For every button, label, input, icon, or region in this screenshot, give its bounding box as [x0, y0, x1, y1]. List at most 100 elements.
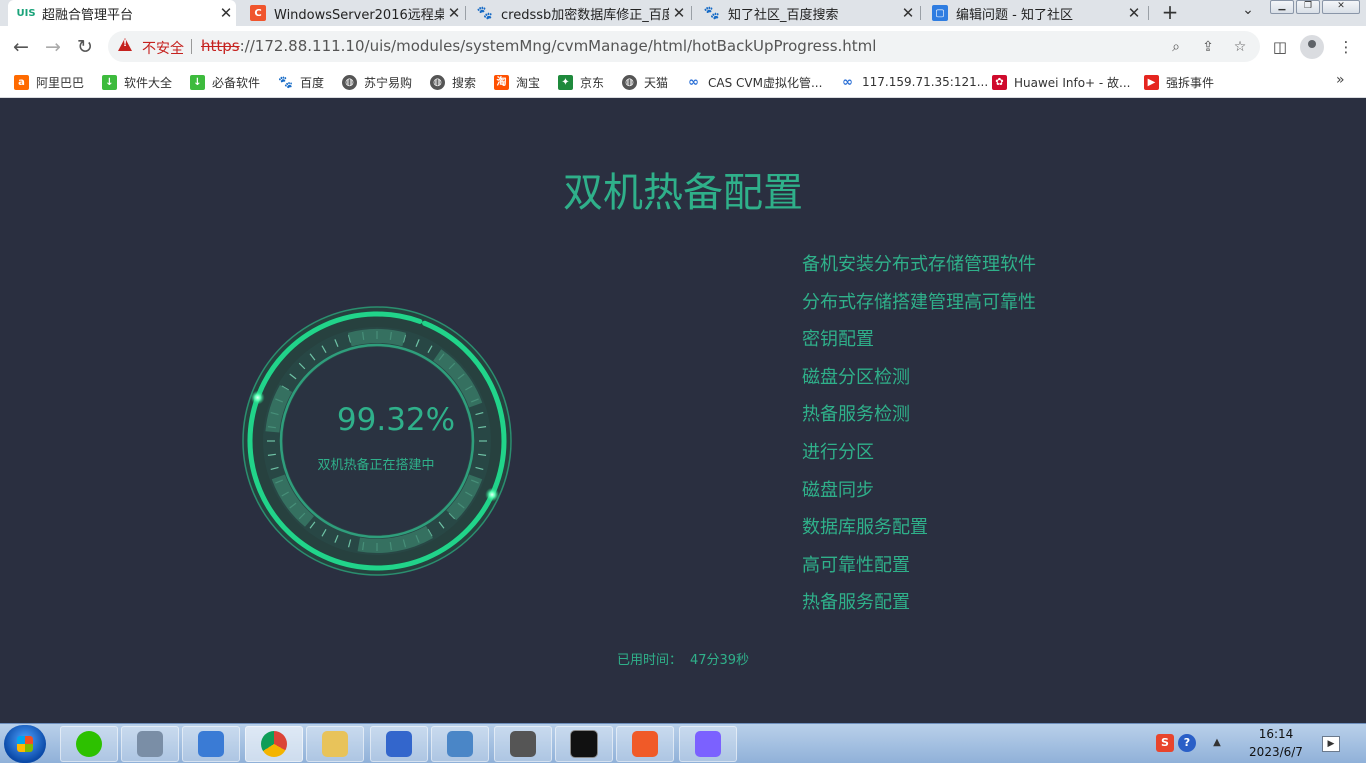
taskbar-wechat[interactable] — [60, 726, 118, 762]
show-desktop-icon[interactable]: ▶ — [1322, 736, 1340, 752]
tab-search-chevron-icon[interactable]: ⌄ — [1238, 2, 1258, 18]
browser-tab-bar: UIS 超融合管理平台 ✕ C WindowsServer2016远程桌面 ✕ … — [0, 0, 1366, 26]
taskbar-media-player[interactable] — [616, 726, 674, 762]
bookmark-huawei-info[interactable]: ✿ Huawei Info+ - 故... — [992, 72, 1131, 92]
bookmark-label: 软件大全 — [124, 75, 173, 90]
taskbar-network-tool[interactable] — [370, 726, 428, 762]
tab-title: 编辑问题 - 知了社区 — [956, 7, 1073, 23]
jd-icon: ✦ — [558, 74, 573, 90]
zoom-icon[interactable]: ⌕ — [1166, 37, 1186, 57]
bookmark-software-all[interactable]: ↓ 软件大全 — [102, 72, 172, 92]
tab-windows-server[interactable]: C WindowsServer2016远程桌面 ✕ — [240, 0, 464, 26]
bookmark-essential-software[interactable]: ↓ 必备软件 — [190, 72, 260, 92]
url-path: ://172.88.111.10/uis/modules/systemMng/c… — [239, 37, 877, 55]
gauge-segment — [348, 329, 406, 347]
media-player-icon — [632, 731, 658, 757]
close-tab-icon[interactable]: ✕ — [216, 4, 236, 22]
tab-title: 知了社区_百度搜索 — [728, 7, 839, 23]
more-bookmarks-chevron-icon[interactable]: » — [1336, 72, 1345, 88]
alibaba-icon: a — [14, 74, 29, 90]
c-logo-icon: C — [250, 5, 266, 21]
close-tab-icon[interactable]: ✕ — [444, 4, 464, 22]
sogou-input-icon[interactable]: S — [1156, 734, 1174, 752]
taskbar-cmd[interactable] — [555, 726, 613, 762]
bookmark-tmall[interactable]: ◍ 天猫 — [622, 72, 668, 92]
bookmark-label: 天猫 — [644, 75, 669, 90]
share-icon[interactable]: ⇪ — [1198, 37, 1218, 57]
security-label[interactable]: 不安全 — [142, 38, 184, 58]
bookmark-alibaba[interactable]: a 阿里巴巴 — [14, 72, 84, 92]
close-tab-icon[interactable]: ✕ — [898, 4, 918, 22]
file-explorer-icon — [322, 731, 348, 757]
bookmark-jd[interactable]: ✦ 京东 — [558, 72, 604, 92]
close-tab-icon[interactable]: ✕ — [1124, 4, 1144, 22]
tab-edit-question[interactable]: ▢ 编辑问题 - 知了社区 ✕ — [922, 0, 1144, 26]
tray-expand-chevron-icon[interactable]: ▲ — [1208, 734, 1226, 752]
bookmark-baidu[interactable]: 🐾 百度 — [278, 72, 324, 92]
network-tool-icon — [386, 731, 412, 757]
url-text[interactable]: https://172.88.111.10/uis/modules/system… — [201, 37, 876, 55]
restore-window-button[interactable]: ❐ — [1296, 0, 1320, 14]
progress-percentage: 99.32% — [336, 402, 456, 438]
gauge-glow-dot — [250, 390, 265, 405]
step-item: 热备服务配置 — [802, 592, 910, 614]
bookmark-cas-cvm[interactable]: ∞ CAS CVM虚拟化管... — [686, 72, 822, 92]
taskbar-control-panel[interactable] — [431, 726, 489, 762]
tab-separator — [465, 6, 466, 20]
bookmark-label: 苏宁易购 — [364, 75, 413, 90]
elapsed-time-label: 已用时间： — [616, 653, 682, 668]
bookmark-label: 淘宝 — [516, 75, 541, 90]
bookmark-star-icon[interactable]: ☆ — [1230, 37, 1250, 57]
tab-credssb-search[interactable]: 🐾 credssb加密数据库修正_百度搜 ✕ — [467, 0, 689, 26]
bookmark-search[interactable]: ◍ 搜索 — [430, 72, 476, 92]
bookmark-suning[interactable]: ◍ 苏宁易购 — [342, 72, 412, 92]
page-content: 双机热备配置 99.32% 双机热备正在搭建中 备机安装分布式存储管理软件 分布… — [0, 98, 1366, 723]
back-arrow-icon[interactable]: ← — [8, 34, 34, 60]
baidu-paw-icon: 🐾 — [278, 74, 293, 89]
progress-gauge — [242, 306, 512, 576]
globe-icon: ◍ — [342, 74, 357, 90]
globe-icon: ◍ — [430, 74, 445, 90]
warning-icon[interactable] — [118, 38, 132, 51]
download-icon: ↓ — [190, 74, 205, 90]
download-icon: ↓ — [102, 74, 117, 90]
taskbar-file-explorer[interactable] — [306, 726, 364, 762]
page-title: 双机热备配置 — [563, 170, 803, 216]
calculator-icon — [137, 731, 163, 757]
taskbar-calculator[interactable] — [121, 726, 179, 762]
bookmark-ip-address[interactable]: ∞ 117.159.71.35:121... — [840, 72, 988, 92]
start-button[interactable] — [4, 725, 46, 763]
step-item: 数据库服务配置 — [802, 517, 928, 539]
help-icon[interactable]: ? — [1178, 734, 1196, 752]
clock-time[interactable]: 16:14 — [1248, 727, 1304, 741]
more-menu-icon[interactable]: ⋮ — [1334, 35, 1358, 59]
bookmark-label: 强拆事件 — [1166, 75, 1215, 90]
tab-title: WindowsServer2016远程桌面 — [274, 7, 444, 23]
new-tab-button[interactable]: + — [1158, 0, 1182, 26]
taskbar-chrome[interactable] — [245, 726, 303, 762]
tab-zhiliao-search[interactable]: 🐾 知了社区_百度搜索 ✕ — [694, 0, 918, 26]
bookmark-label: 百度 — [300, 75, 325, 90]
reload-icon[interactable]: ↻ — [72, 34, 98, 60]
bookmark-taobao[interactable]: 淘淘宝 — [494, 72, 540, 92]
taskbar-snipping-tool[interactable] — [182, 726, 240, 762]
minimize-window-button[interactable]: ▁ — [1270, 0, 1294, 14]
clock-date[interactable]: 2023/6/7 — [1242, 745, 1310, 759]
bookmark-demolition-event[interactable]: ▶ 强拆事件 — [1144, 72, 1214, 92]
forward-arrow-icon[interactable]: → — [40, 34, 66, 60]
address-bar[interactable]: 不安全 https://172.88.111.10/uis/modules/sy… — [108, 31, 1260, 62]
profile-avatar[interactable] — [1300, 35, 1324, 59]
tab-separator — [1148, 6, 1149, 20]
globe-icon: ◍ — [622, 74, 637, 90]
taskbar-hardware[interactable] — [494, 726, 552, 762]
document-icon: ▢ — [932, 5, 948, 21]
side-panel-icon[interactable]: ◫ — [1268, 35, 1292, 59]
step-item: 热备服务检测 — [802, 404, 910, 426]
taskbar-photos[interactable] — [679, 726, 737, 762]
tab-uis-platform[interactable]: UIS 超融合管理平台 ✕ — [8, 0, 236, 26]
bookmark-label: 必备软件 — [212, 75, 261, 90]
gauge-glow-dot — [485, 487, 500, 502]
close-window-button[interactable]: ✕ — [1322, 0, 1360, 14]
chrome-icon — [261, 731, 287, 757]
close-tab-icon[interactable]: ✕ — [669, 4, 689, 22]
